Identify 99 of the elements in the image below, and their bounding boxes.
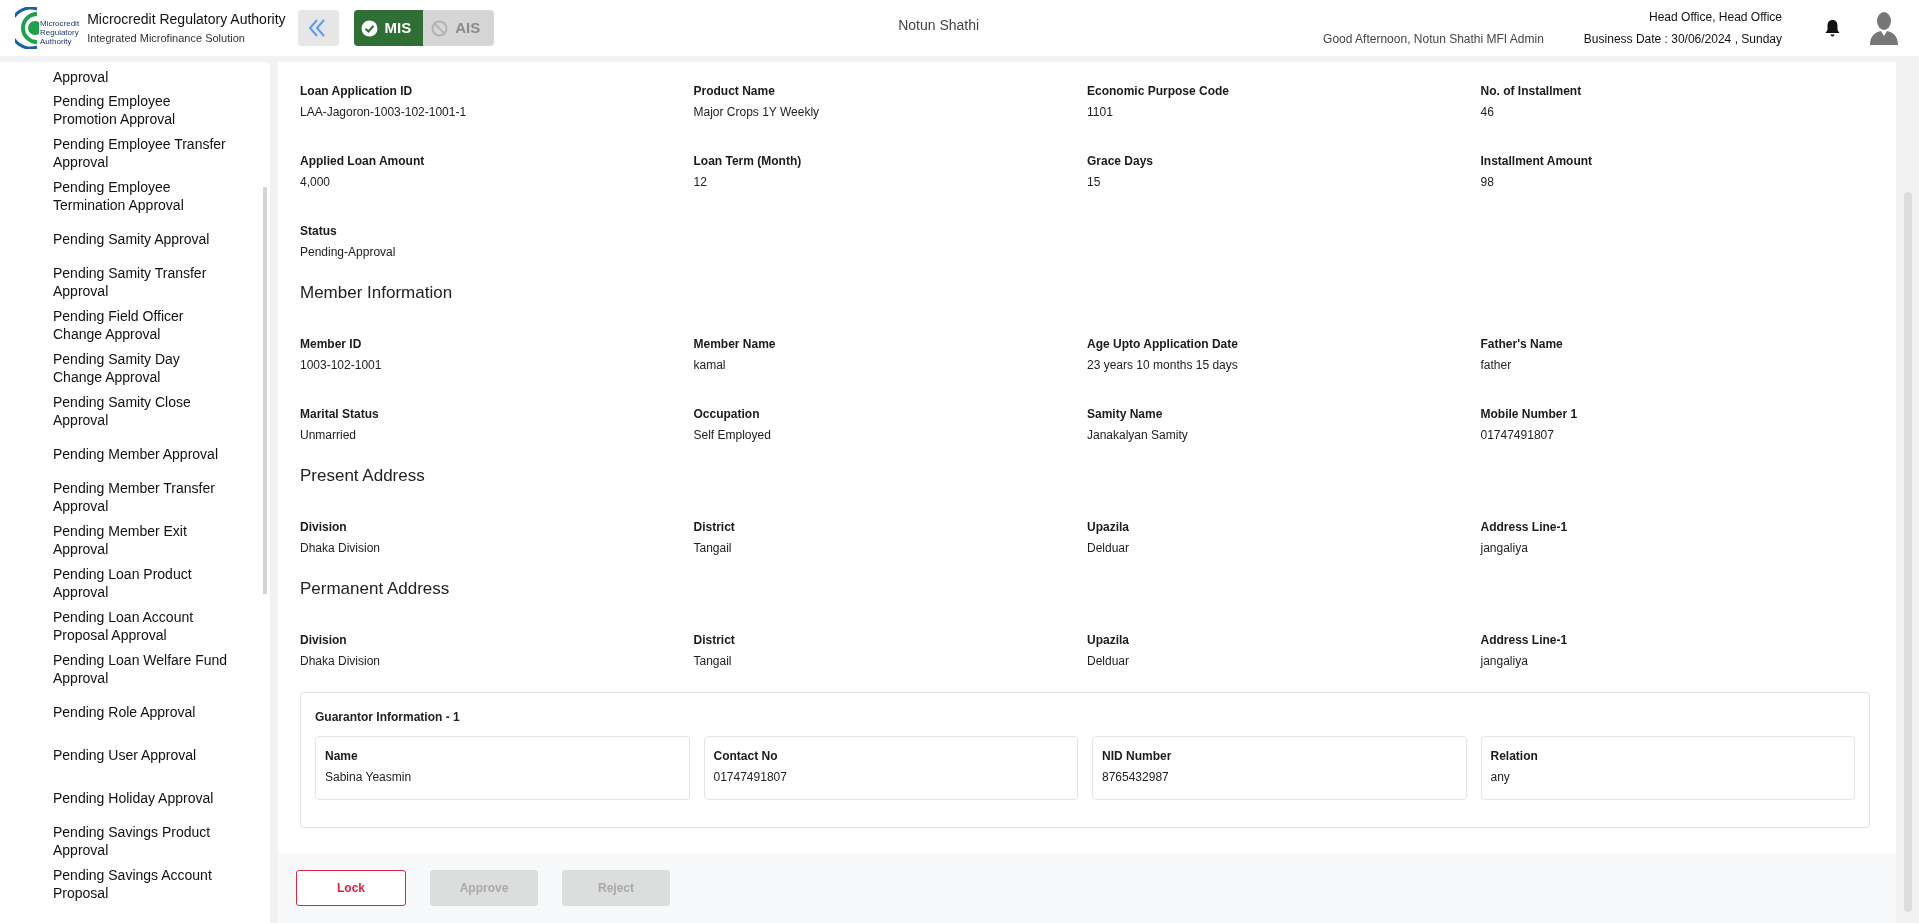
action-button[interactable]: Lock bbox=[296, 870, 406, 906]
sidebar-item[interactable]: Pending Employee Transfer Approval bbox=[53, 134, 226, 171]
field-label: Age Upto Application Date bbox=[1087, 337, 1238, 351]
org-subtitle: Integrated Microfinance Solution bbox=[87, 32, 246, 45]
ban-icon bbox=[431, 19, 449, 37]
field-value: Delduar bbox=[1087, 654, 1130, 668]
org-title: Microcredit Regulatory Authority bbox=[87, 11, 286, 27]
field-value: Janakalyan Samity bbox=[1087, 428, 1188, 442]
field-label: Contact No bbox=[713, 749, 778, 763]
field-label: No. of Installment bbox=[1480, 84, 1582, 98]
field-label: Mobile Number 1 bbox=[1480, 407, 1578, 421]
field-label: Member ID bbox=[300, 337, 362, 351]
field-value: 15 bbox=[1087, 175, 1101, 189]
check-circle-icon bbox=[360, 19, 378, 37]
field-label: Loan Application ID bbox=[300, 84, 413, 98]
field-value: 8765432987 bbox=[1102, 770, 1169, 784]
office-name: Head Office, Head Office bbox=[1649, 10, 1782, 24]
institution-name: Notun Shathi bbox=[898, 15, 980, 35]
section-heading: Permanent Address bbox=[300, 579, 450, 599]
sidebar-item[interactable]: Pending Role Approval bbox=[53, 702, 196, 721]
field-value: Dhaka Division bbox=[300, 541, 381, 555]
field-value: 98 bbox=[1480, 175, 1494, 189]
field-value: LAA-Jagoron-1003-102-1001-1 bbox=[300, 105, 467, 119]
sidebar-item[interactable]: Pending Holiday Approval bbox=[53, 788, 214, 807]
module-tab[interactable]: MIS bbox=[353, 10, 424, 46]
field-value: Pending-Approval bbox=[300, 245, 396, 259]
guarantor-title: Guarantor Information - 1 bbox=[315, 710, 460, 724]
field-label: Address Line-1 bbox=[1480, 520, 1568, 534]
field-label: Installment Amount bbox=[1480, 154, 1593, 168]
logo-icon bbox=[15, 7, 39, 49]
field-value: Unmarried bbox=[300, 428, 356, 442]
sidebar-item[interactable]: Pending Loan Welfare Fund Approval bbox=[53, 650, 228, 687]
notifications-button[interactable] bbox=[1824, 18, 1841, 38]
field-value: 01747491807 bbox=[1480, 428, 1554, 442]
sidebar-item[interactable]: Pending Loan Account Proposal Approval bbox=[53, 607, 194, 644]
collapse-sidebar-button[interactable] bbox=[297, 10, 339, 46]
field-value: 12 bbox=[693, 175, 707, 189]
sidebar-item[interactable]: Pending Member Approval bbox=[53, 444, 218, 463]
field-label: Name bbox=[325, 749, 358, 763]
field-label: Loan Term (Month) bbox=[693, 154, 802, 168]
field-label: Member Name bbox=[693, 337, 776, 351]
sidebar-item[interactable]: Pending Savings Product Approval bbox=[53, 822, 211, 859]
field-label: Applied Loan Amount bbox=[300, 154, 425, 168]
sidebar-item[interactable]: Pending Employee Termination Approval bbox=[53, 177, 184, 214]
field-label: District bbox=[693, 633, 735, 647]
sidebar-item[interactable]: Pending Savings Account Proposal bbox=[53, 865, 212, 902]
field-label: Upazila bbox=[1087, 633, 1129, 647]
sidebar-item[interactable]: Pending Loan Product Approval bbox=[53, 564, 192, 601]
sidebar-item[interactable]: Pending Employee Promotion Approval bbox=[53, 91, 176, 128]
field-label: NID Number bbox=[1102, 749, 1172, 763]
field-value: 01747491807 bbox=[713, 770, 787, 784]
field-label: Father's Name bbox=[1480, 337, 1563, 351]
section-heading: Present Address bbox=[300, 466, 425, 486]
field-label: Economic Purpose Code bbox=[1087, 84, 1230, 98]
field-value: 23 years 10 months 15 days bbox=[1087, 358, 1238, 372]
field-value: father bbox=[1480, 358, 1512, 372]
business-date: Business Date : 30/06/2024 , Sunday bbox=[1583, 32, 1782, 46]
field-label: Marital Status bbox=[300, 407, 379, 421]
sidebar-item[interactable]: Approval bbox=[53, 68, 109, 86]
sidebar-item[interactable]: Pending Member Exit Approval bbox=[53, 521, 187, 558]
field-value: Self Employed bbox=[693, 428, 771, 442]
sidebar-item[interactable]: Pending Samity Close Approval bbox=[53, 392, 191, 429]
field-value: jangaliya bbox=[1480, 654, 1528, 668]
field-label: Division bbox=[300, 520, 347, 534]
user-avatar-button[interactable] bbox=[1869, 11, 1899, 45]
field-value: Dhaka Division bbox=[300, 654, 381, 668]
field-label: Occupation bbox=[693, 407, 760, 421]
field-value: any bbox=[1490, 770, 1510, 784]
field-label: Status bbox=[300, 224, 337, 238]
field-value: Delduar bbox=[1087, 541, 1130, 555]
sidebar-item[interactable]: Pending Samity Approval bbox=[53, 229, 210, 248]
field-value: Tangail bbox=[693, 541, 732, 555]
field-label: Samity Name bbox=[1087, 407, 1163, 421]
field-label: Upazila bbox=[1087, 520, 1129, 534]
sidebar-item[interactable]: Pending Field Officer Change Approval bbox=[53, 306, 184, 343]
field-value: Sabina Yeasmin bbox=[325, 770, 412, 784]
field-label: Product Name bbox=[693, 84, 775, 98]
logo-caption: Microcredit Regulatory Authority bbox=[40, 18, 80, 46]
field-value: 1003-102-1001 bbox=[300, 358, 382, 372]
sidebar-item[interactable]: Pending User Approval bbox=[53, 745, 197, 764]
field-value: Tangail bbox=[693, 654, 732, 668]
field-label: Relation bbox=[1490, 749, 1538, 763]
field-label: Address Line-1 bbox=[1480, 633, 1568, 647]
greeting-text: Good Afternoon, Notun Shathi MFI Admin bbox=[1323, 31, 1544, 48]
field-value: jangaliya bbox=[1480, 541, 1528, 555]
field-value: 1101 bbox=[1087, 105, 1113, 119]
sidebar-item[interactable]: Pending Samity Day Change Approval bbox=[53, 349, 180, 386]
field-value: 46 bbox=[1480, 105, 1494, 119]
user-silhouette-icon bbox=[1869, 11, 1899, 45]
sidebar-item[interactable]: Pending Member Transfer Approval bbox=[53, 478, 215, 515]
field-value: kamal bbox=[693, 358, 726, 372]
field-label: District bbox=[693, 520, 735, 534]
sidebar-item[interactable]: Pending Samity Transfer Approval bbox=[53, 263, 207, 300]
field-value: 4,000 bbox=[300, 175, 331, 189]
section-heading: Member Information bbox=[300, 283, 453, 303]
bell-icon bbox=[1824, 18, 1841, 38]
field-label: Division bbox=[300, 633, 347, 647]
field-label: Grace Days bbox=[1087, 154, 1154, 168]
field-value: Major Crops 1Y Weekly bbox=[693, 105, 820, 119]
